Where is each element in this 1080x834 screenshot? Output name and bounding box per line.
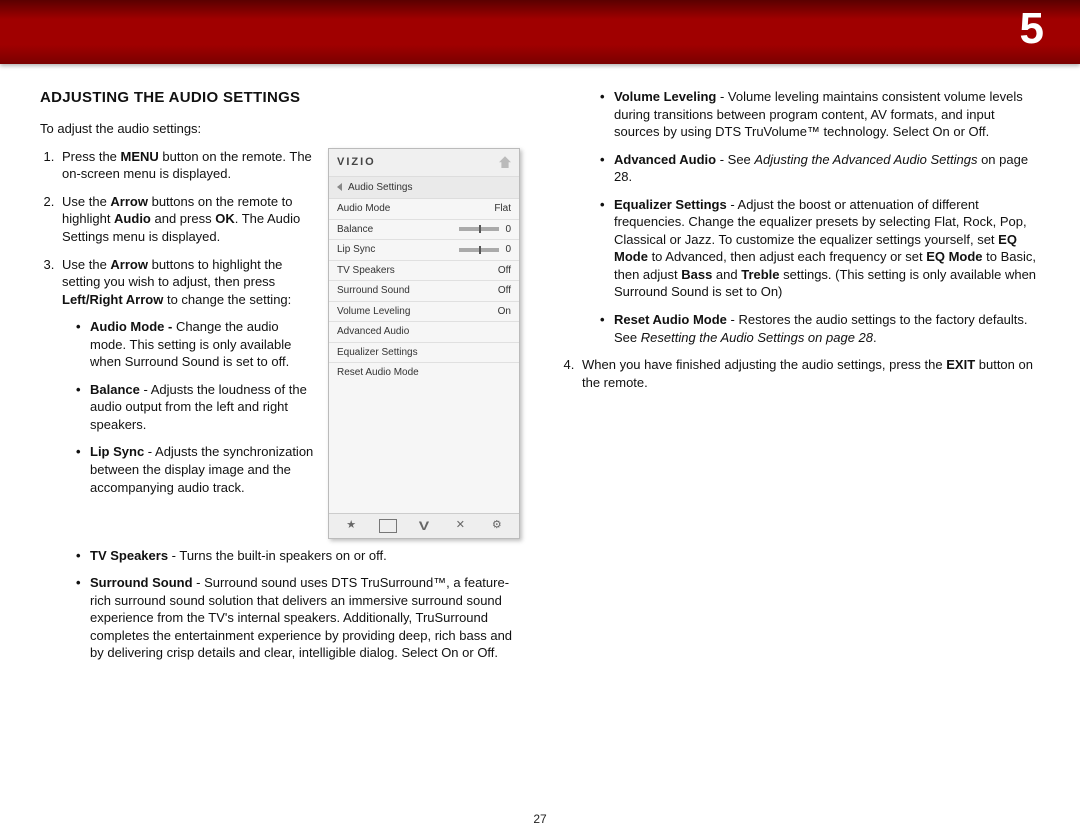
bullet-advanced-audio: Advanced Audio - See Adjusting the Advan… [600,151,1040,186]
v-icon [415,519,433,533]
osd-row-label: Balance [337,223,373,237]
osd-slider [459,227,499,231]
red-header-bar: 5 [0,0,1080,64]
osd-row-value: Off [498,264,511,278]
osd-row: Audio Mode Flat [329,199,519,220]
osd-row-value: Flat [494,202,511,216]
home-icon [499,156,511,168]
osd-row: Lip Sync 0 [329,240,519,261]
close-icon [451,519,469,533]
osd-row-label: Lip Sync [337,243,375,257]
bullet-reset-audio-mode: Reset Audio Mode - Restores the audio se… [600,311,1040,346]
star-icon [342,519,360,533]
osd-row-value: 0 [505,223,511,237]
osd-footer-icons [329,513,519,538]
osd-slider [459,248,499,252]
bullet-tv-speakers: TV Speakers - Turns the built-in speaker… [76,547,520,565]
osd-row-value: Off [498,284,511,298]
page-body: ADJUSTING THE AUDIO SETTINGS To adjust t… [0,64,1080,680]
osd-row-label: Surround Sound [337,284,410,298]
bullet-lip-sync: Lip Sync - Adjusts the synchronization b… [76,443,520,496]
left-column: ADJUSTING THE AUDIO SETTINGS To adjust t… [40,88,520,672]
bullet-audio-mode: Audio Mode - Change the audio mode. This… [76,318,520,371]
osd-header: VIZIO [329,149,519,177]
osd-title-text: Audio Settings [348,181,413,195]
bullet-balance: Balance - Adjusts the loudness of the au… [76,381,520,434]
osd-row: Balance 0 [329,220,519,241]
intro-text: To adjust the audio settings: [40,120,520,138]
page-number: 27 [0,812,1080,826]
osd-row-label: Audio Mode [337,202,390,216]
osd-row: Surround Sound Off [329,281,519,302]
osd-row-label: Volume Leveling [337,305,410,319]
bullet-surround-sound: Surround Sound - Surround sound uses DTS… [76,574,520,662]
bullet-equalizer-settings: Equalizer Settings - Adjust the boost or… [600,196,1040,301]
osd-row-label: TV Speakers [337,264,395,278]
bullet-volume-leveling: Volume Leveling - Volume leveling mainta… [600,88,1040,141]
gear-icon [488,519,506,533]
back-arrow-icon [337,183,342,191]
osd-title-row: Audio Settings [329,177,519,200]
osd-row-value: 0 [505,243,511,257]
osd-row-value: On [498,305,511,319]
osd-row: TV Speakers Off [329,261,519,282]
chapter-number: 5 [1020,4,1044,54]
step-4: When you have finished adjusting the aud… [578,356,1040,391]
screen-icon [379,519,397,533]
right-column: Volume Leveling - Volume leveling mainta… [560,88,1040,672]
vizio-logo: VIZIO [337,155,376,170]
section-heading: ADJUSTING THE AUDIO SETTINGS [40,88,520,108]
